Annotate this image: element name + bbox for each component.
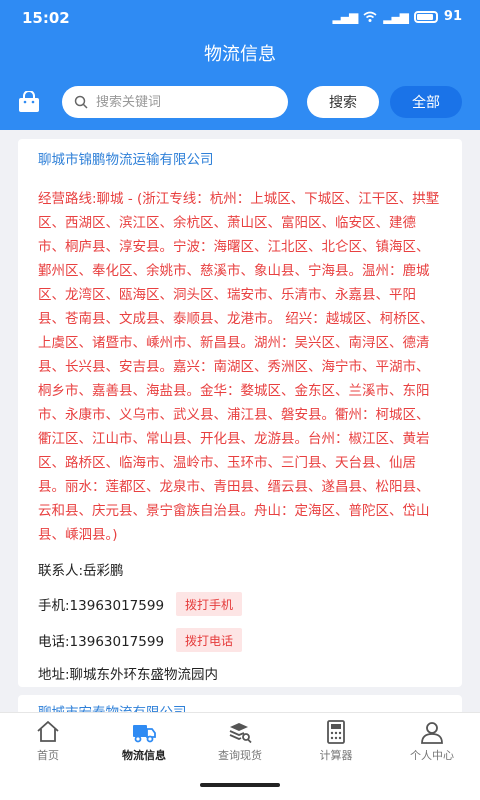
contact-text: 联系人:岳彩鹏	[38, 563, 124, 579]
all-button[interactable]: 全部	[390, 86, 462, 118]
call-mobile-button[interactable]: 拨打手机	[176, 592, 243, 616]
phone-text: 电话:13963017599	[38, 634, 165, 650]
address-row: 地址:聊城东外环东盛物流园内	[38, 661, 442, 685]
mobile-row: 手机:13963017599 拨打手机	[38, 591, 442, 617]
bottom-tabbar: 首页 物流信息 查询现货 计算器 个人中心	[0, 712, 480, 774]
tab-calculator[interactable]: 计算器	[288, 713, 384, 774]
tab-inventory[interactable]: 查询现货	[192, 713, 288, 774]
shopping-bag-icon[interactable]	[17, 91, 41, 113]
battery-level: 91	[443, 9, 462, 24]
search-input[interactable]	[96, 94, 266, 110]
route-text: 经营路线:聊城 - (浙江专线：杭州：上城区、下城区、江干区、拱墅区、西湖区、滨…	[38, 191, 440, 543]
truck-icon	[133, 725, 156, 743]
tab-home[interactable]: 首页	[0, 713, 96, 774]
status-icons: ▂▄▆ ▂▄▆ 91	[333, 9, 462, 24]
tab-home-label: 首页	[37, 749, 59, 762]
contact-row: 联系人:岳彩鹏	[38, 557, 442, 581]
status-time: 15:02	[22, 9, 70, 27]
status-bar: 15:02 ▂▄▆ ▂▄▆ 91	[0, 0, 480, 36]
tab-logistics[interactable]: 物流信息	[96, 713, 192, 774]
tab-profile-label: 个人中心	[410, 749, 454, 762]
search-button[interactable]: 搜索	[307, 86, 379, 118]
stack-search-icon	[229, 723, 252, 744]
wifi-icon	[363, 11, 377, 22]
address-text: 地址:聊城东外环东盛物流园内	[38, 667, 219, 683]
tab-inventory-label: 查询现货	[218, 749, 262, 762]
signal-icon: ▂▄▆	[332, 9, 359, 24]
tab-logistics-label: 物流信息	[122, 749, 166, 762]
mobile-text: 手机:13963017599	[38, 598, 165, 614]
search-icon	[74, 95, 88, 109]
tab-calculator-label: 计算器	[319, 749, 353, 762]
app-header: 15:02 ▂▄▆ ▂▄▆ 91 物流信息 搜索 全部	[0, 0, 480, 130]
gesture-area	[0, 774, 480, 800]
calculator-icon	[327, 720, 345, 744]
signal-icon-2: ▂▄▆	[383, 9, 409, 24]
search-box[interactable]	[62, 86, 288, 118]
home-indicator[interactable]	[200, 783, 280, 787]
company-name[interactable]: 聊城市锦鹏物流运输有限公司	[38, 149, 442, 171]
logistics-card[interactable]: 聊城市锦鹏物流运输有限公司 经营路线:聊城 - (浙江专线：杭州：上城区、下城区…	[18, 139, 462, 687]
user-icon	[421, 722, 443, 744]
tab-profile[interactable]: 个人中心	[384, 713, 480, 774]
battery-icon	[413, 10, 438, 23]
page-title: 物流信息	[204, 44, 276, 65]
call-phone-button[interactable]: 拨打电话	[176, 628, 243, 652]
home-icon	[37, 721, 59, 742]
phone-row: 电话:13963017599 拨打电话	[38, 627, 442, 653]
